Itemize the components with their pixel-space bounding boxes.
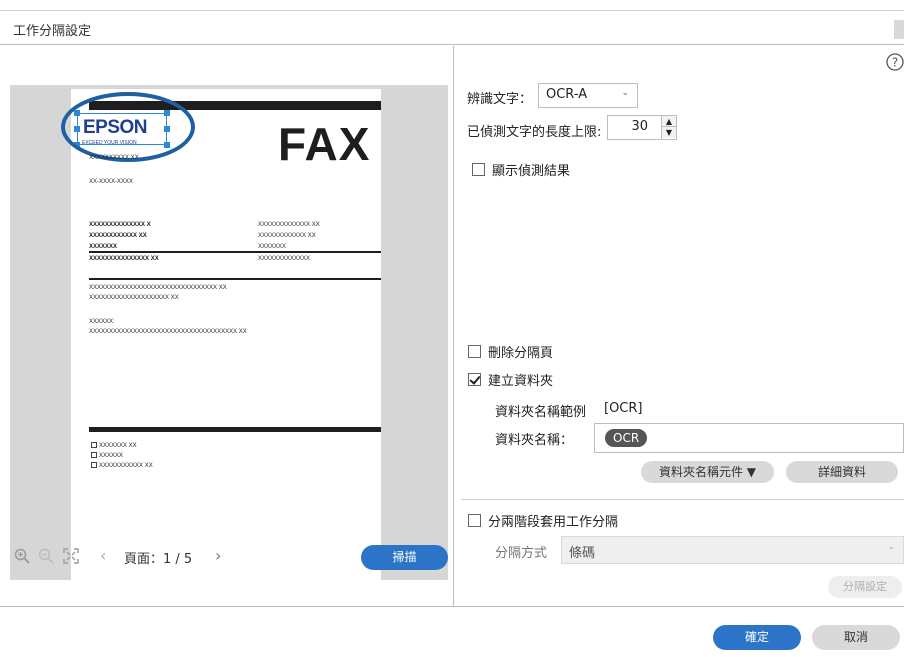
ocr-label: 辨識文字：	[467, 92, 533, 107]
folder-name-label: 資料夾名稱：	[495, 433, 574, 448]
separation-method-select[interactable]: 條碼 ⌄	[561, 536, 904, 564]
details-button[interactable]: 詳細資料	[786, 461, 898, 483]
dialog-footer: 確定 取消	[0, 606, 904, 657]
checkbox-icon	[91, 462, 97, 468]
body-line: XXXXXXXXXXXXXXXXXXXX XX	[89, 295, 179, 301]
address-line: XXXXXXX	[258, 244, 287, 250]
create-folder-label: 建立資料夾	[488, 374, 554, 389]
address-line: XXXXXXX	[89, 244, 118, 250]
divider	[89, 251, 381, 253]
row-text: XXXXXXXXXXXXX	[258, 256, 311, 262]
cancel-button[interactable]: 取消	[812, 625, 900, 650]
ok-button[interactable]: 確定	[713, 625, 801, 650]
chevron-down-icon: ⌄	[621, 88, 629, 98]
job-separation-dialog: 工作分隔設定 FAX EPSON EXCEED YOUR VISION XXXX…	[0, 0, 904, 657]
two-stage-checkbox[interactable]	[468, 514, 481, 527]
separation-settings-button[interactable]: 分隔設定	[828, 576, 902, 598]
length-limit-label: 已偵測文字的長度上限:	[467, 125, 602, 140]
fax-page-preview: FAX EPSON EXCEED YOUR VISION XXXXXXXXXX …	[61, 89, 381, 580]
body-line: XXXXXXXXXXXXXXXXXXXXXXXXXXXXXXXXXXXXX XX	[89, 329, 247, 335]
preview-pane: FAX EPSON EXCEED YOUR VISION XXXXXXXXXX …	[0, 46, 454, 606]
section-divider	[461, 499, 904, 500]
scan-button[interactable]: 掃描	[361, 545, 448, 570]
folder-name-token[interactable]: OCR	[605, 429, 648, 447]
folder-name-elements-button[interactable]: 資料夾名稱元件 ▼	[641, 461, 774, 483]
fax-heading: FAX	[278, 118, 371, 170]
separation-method-label: 分隔方式	[495, 546, 548, 561]
address-line: XXXXXXXXXXXXX XX	[258, 222, 320, 228]
zoom-in-icon[interactable]	[14, 548, 30, 568]
two-stage-label: 分兩階段套用工作分隔	[488, 515, 619, 530]
arrow-up-icon[interactable]: ▲	[662, 116, 676, 127]
folder-name-field[interactable]: OCR	[594, 423, 904, 453]
checkbox-icon	[91, 452, 97, 458]
checkbox-icon	[91, 442, 97, 448]
show-results-checkbox[interactable]	[472, 163, 485, 176]
arrow-down-icon[interactable]: ▼	[662, 127, 676, 138]
address-line: XXXXXXXXXXXXXX X	[89, 222, 151, 228]
zoom-out-icon[interactable]	[38, 548, 54, 568]
body-line: XXXXXXXXXXXXXXXXXXXXXXXXXXXXXXXX XX	[89, 285, 227, 291]
settings-pane: ? 辨識文字： OCR-A ⌄ 已偵測文字的長度上限: 30 ▲ ▼ 顯示偵測結…	[455, 46, 904, 606]
address-line: XXXXXXXXXXXX XX	[89, 233, 147, 239]
header-line: XXXXXXXXXX XX	[89, 155, 139, 161]
body-line: XXXXXX:	[89, 319, 115, 325]
row-text: XXXXXXXXXXXXXXX XX	[89, 256, 159, 262]
window-title: 工作分隔設定	[13, 24, 92, 39]
svg-text:?: ?	[892, 56, 898, 70]
ocr-font-select[interactable]: OCR-A ⌄	[538, 83, 638, 108]
separation-method-value: 條碼	[569, 546, 596, 561]
header-line: XX-XXXX-XXXX	[89, 179, 134, 185]
delete-separator-label: 刪除分隔頁	[488, 346, 554, 361]
prev-page-icon[interactable]: ‹	[100, 546, 106, 565]
length-limit-value: 30	[631, 119, 648, 134]
next-page-icon[interactable]: ›	[215, 546, 221, 565]
length-stepper[interactable]: ▲ ▼	[661, 116, 676, 139]
show-results-label: 顯示偵測結果	[492, 164, 571, 179]
folder-example-label: 資料夾名稱範例	[495, 405, 587, 420]
address-line: XXXXXXXXXXXX XX	[258, 233, 316, 239]
delete-separator-checkbox[interactable]	[468, 345, 481, 358]
chevron-down-icon: ⌄	[887, 542, 895, 552]
footer-rule	[89, 427, 381, 432]
help-icon[interactable]: ?	[886, 53, 904, 75]
checklist-item: XXXXXXXXXXX XX	[91, 462, 153, 469]
folder-example-value: [OCR]	[604, 401, 643, 416]
checklist-item: XXXXXX	[91, 452, 123, 459]
window-corner-button[interactable]	[894, 20, 904, 39]
title-bar: 工作分隔設定	[0, 11, 904, 45]
highlight-oval	[61, 92, 195, 162]
preview-area: FAX EPSON EXCEED YOUR VISION XXXXXXXXXX …	[10, 85, 448, 580]
preview-toolbar: ‹ 頁面：1 / 5 › 掃描	[0, 540, 454, 574]
fit-page-icon[interactable]	[63, 548, 79, 568]
checklist-item: XXXXXXX XX	[91, 442, 137, 449]
top-strip	[0, 0, 904, 11]
page-indicator: 頁面：1 / 5	[124, 552, 193, 567]
ocr-font-value: OCR-A	[546, 87, 588, 102]
divider	[89, 278, 381, 280]
create-folder-checkbox[interactable]	[468, 373, 481, 386]
